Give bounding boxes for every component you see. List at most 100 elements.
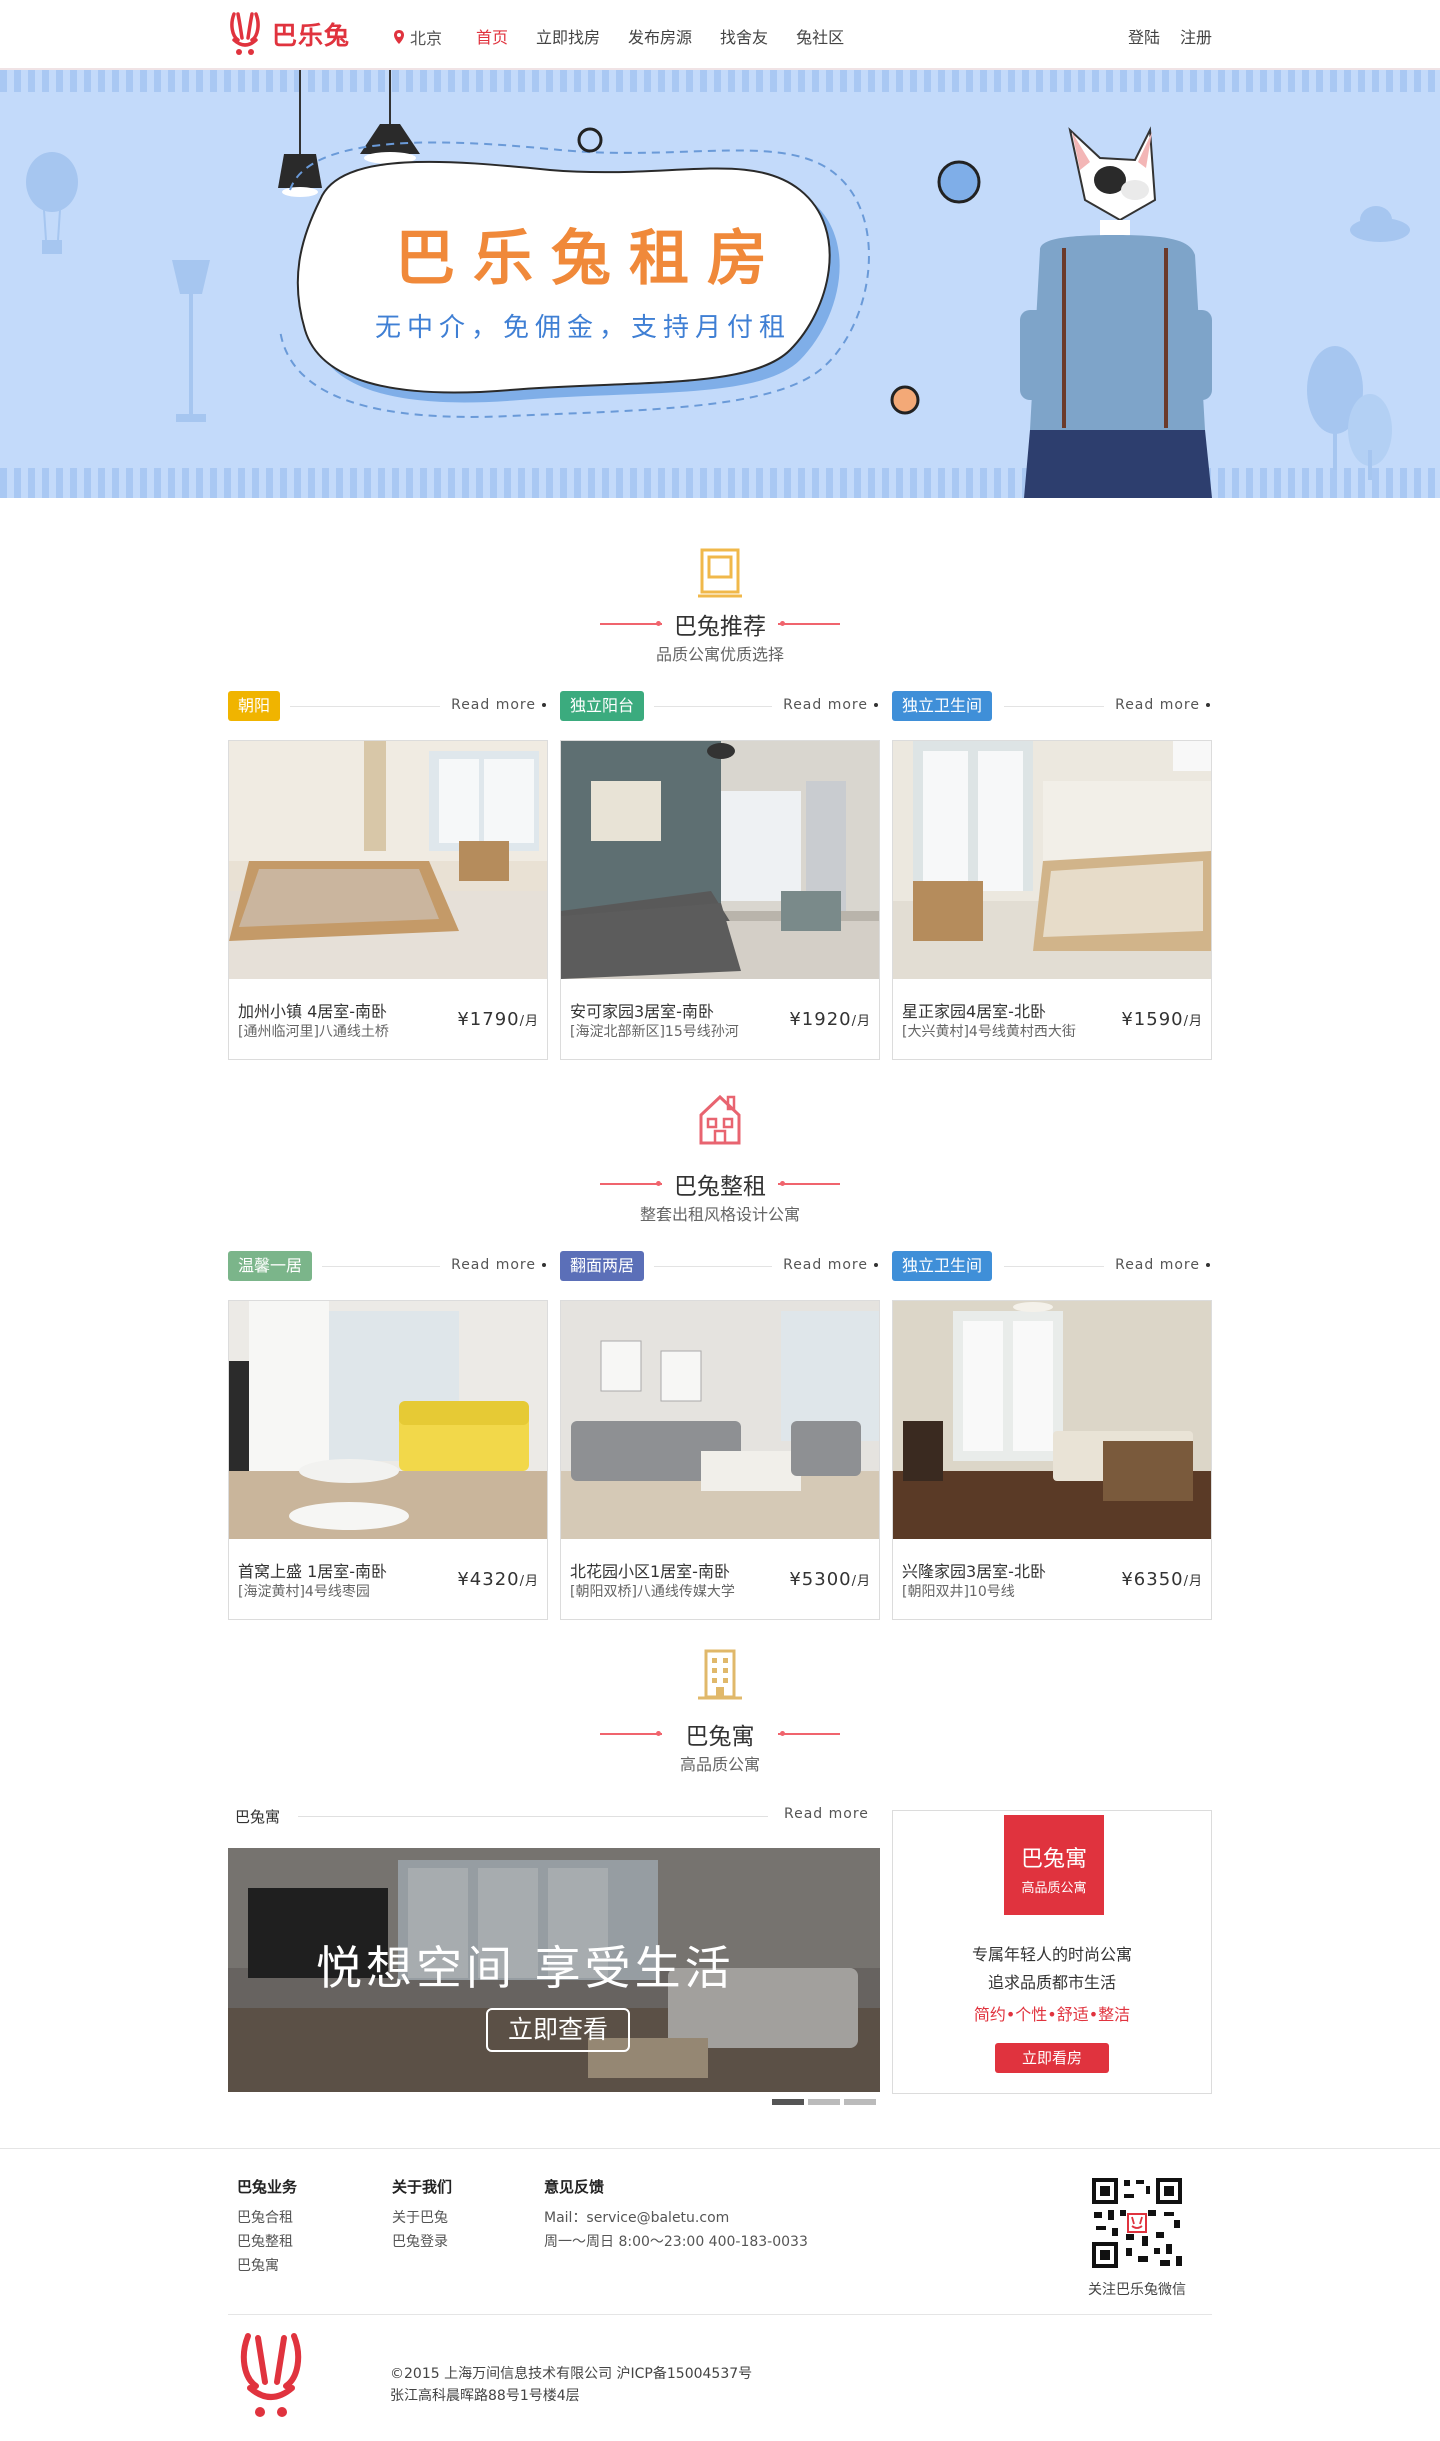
tag-row: 朝阳 Read more [228,691,546,721]
rabbit-logo-icon [240,2333,302,2417]
divider [298,1816,768,1817]
tag-badge[interactable]: 独立卫生间 [892,691,993,721]
tag-badge[interactable]: 独立阳台 [560,691,645,721]
footer-link[interactable]: 巴兔整租 [237,2230,297,2254]
listing-title: 首窝上盛 1居室-南卧 [238,1562,388,1581]
nav-find-roommate[interactable]: 找舍友 [720,24,768,48]
footer-link[interactable]: 巴兔登录 [392,2230,452,2254]
footer-hours: 周一～周日 8:00～23:00 400-183-0033 [544,2234,808,2250]
listing-card[interactable]: 星正家园4居室-北卧 [大兴黄村]4号线黄村西大街 ¥1590/月 [892,740,1212,1060]
badge-subtitle: 高品质公寓 [1021,1881,1087,1896]
room-photo [893,1301,1211,1539]
auth-links: 登陆 注册 [1108,24,1212,48]
carousel-dot[interactable] [772,2099,804,2105]
view-now-button[interactable]: 立即查看 [486,2008,630,2052]
read-more-link[interactable]: Read more [451,697,546,713]
read-more-link[interactable]: Read more [451,1257,546,1273]
section-subtitle-apartment: 高品质公寓 [679,1755,760,1774]
tag-badge[interactable]: 朝阳 [228,691,281,721]
divider [1004,1266,1104,1267]
footer-col-title: 巴兔业务 [237,2178,298,2196]
room-photo [561,741,879,979]
carousel-dot[interactable] [808,2099,840,2105]
banner-title: 巴乐兔租房 [395,224,785,294]
slide-headline: 悦想空间 享受生活 [316,1941,735,1995]
badge-title: 巴兔寓 [1020,1847,1087,1872]
listing-card[interactable]: 首窝上盛 1居室-南卧 [海淀黄村]4号线枣园 ¥4320/月 [228,1300,548,1620]
footer-link[interactable]: 巴兔寓 [237,2254,297,2278]
listing-card[interactable]: 安可家园3居室-南卧 [海淀北部新区]15号线孙河 ¥1920/月 [560,740,880,1060]
listing-card[interactable]: 北花园小区1居室-南卧 [朝阳双桥]八通线传媒大学 ¥5300/月 [560,1300,880,1620]
room-photo [893,741,1211,979]
tag-badge[interactable]: 温馨一居 [228,1251,313,1281]
view-room-button[interactable]: 立即看房 [995,2043,1109,2073]
building-icon [698,1649,742,1700]
read-more-link[interactable]: Read more [783,697,878,713]
tag-row: 独立阳台 Read more [560,691,878,721]
section-title-apartment: 巴兔寓 [685,1724,755,1750]
title-deco-line [778,1183,840,1185]
nav-find-room[interactable]: 立即找房 [536,24,600,48]
rabbit-logo-icon [230,12,260,55]
promo-line: 专属年轻人的时尚公寓 [971,1945,1132,1964]
city-selector[interactable]: 北京 [394,25,442,49]
read-more-link[interactable]: Read more [1115,1257,1210,1273]
footer-col-about: 关于我们 关于巴兔 巴兔登录 [392,2176,452,2254]
footer-link[interactable]: 巴兔合租 [237,2206,297,2230]
site-header: 巴乐兔 北京 首页 立即找房 发布房源 找舍友 兔社区 登陆 注册 [0,0,1440,70]
login-link[interactable]: 登陆 [1128,24,1160,48]
copyright-text: ©2015 上海万间信息技术有限公司 沪ICP备15004537号 [390,2366,753,2382]
listing-location: [朝阳双桥]八通线传媒大学 [570,1584,735,1600]
room-photo [229,741,547,979]
listing-location: [通州临河里]八通线土桥 [238,1024,389,1040]
section-subtitle-recommend: 品质公寓优质选择 [655,645,784,664]
listing-price: ¥1790/月 [457,1009,539,1030]
divider [322,1266,440,1267]
tag-badge[interactable]: 翻面两居 [560,1251,645,1281]
section-subtitle-whole-rent: 整套出租风格设计公寓 [639,1205,800,1224]
carousel-indicators [772,2099,880,2105]
room-photo [229,1301,547,1539]
footer-col-title: 意见反馈 [544,2178,605,2196]
title-deco-line [778,623,840,625]
footer-link[interactable]: 关于巴兔 [392,2206,452,2230]
site-logo[interactable]: 巴乐兔 [228,10,350,58]
company-address: 张江高科晨晖路88号1号楼4层 [390,2388,580,2404]
listing-title: 星正家园4居室-北卧 [902,1002,1046,1021]
listing-card[interactable]: 加州小镇 4居室-南卧 [通州临河里]八通线土桥 ¥1790/月 [228,740,548,1060]
qr-caption: 关注巴乐兔微信 [1088,2282,1186,2298]
nav-home[interactable]: 首页 [476,24,508,48]
footer-divider [228,2314,1212,2315]
banner-subtitle: 无中介，免佣金，支持月付租 [375,313,792,343]
tag-badge[interactable]: 独立卫生间 [892,1251,993,1281]
listing-card[interactable]: 兴隆家园3居室-北卧 [朝阳双井]10号线 ¥6350/月 [892,1300,1212,1620]
carousel-dot[interactable] [844,2099,876,2105]
listing-title: 北花园小区1居室-南卧 [570,1562,730,1581]
footer-col-title: 关于我们 [392,2178,453,2196]
apartment-carousel-slide[interactable]: 悦想空间 享受生活 立即查看 [228,1848,880,2092]
footer-col-feedback: 意见反馈 Mail：service@baletu.com 周一～周日 8:00～… [544,2176,808,2254]
apartment-badge: 巴兔寓 高品质公寓 [1000,1811,1108,1919]
apartment-label: 巴兔寓 [235,1808,281,1826]
title-deco-line [778,1733,840,1735]
divider [290,706,440,707]
divider [1004,706,1104,707]
read-more-link[interactable]: Read more [784,1806,869,1822]
footer-email[interactable]: Mail：service@baletu.com [544,2206,808,2230]
wechat-qr-icon [1090,2176,1184,2270]
tag-row: 独立卫生间 Read more [892,1251,1210,1281]
promo-line: 追求品质都市生活 [987,1973,1116,1992]
nav-community[interactable]: 兔社区 [796,24,844,48]
read-more-link[interactable]: Read more [1115,697,1210,713]
listing-price: ¥1920/月 [789,1009,871,1030]
hero-banner[interactable]: 巴乐兔租房 无中介，免佣金，支持月付租 [0,70,1440,498]
section-title-recommend: 巴兔推荐 [674,614,766,640]
apartment-promo-panel: 巴兔寓 高品质公寓 专属年轻人的时尚公寓 追求品质都市生活 简约•个性•舒适•整… [892,1810,1212,2094]
read-more-link[interactable]: Read more [783,1257,878,1273]
listing-location: [朝阳双井]10号线 [902,1584,1015,1600]
register-link[interactable]: 注册 [1180,24,1212,48]
listing-location: [大兴黄村]4号线黄村西大街 [902,1024,1076,1040]
listing-title: 加州小镇 4居室-南卧 [238,1002,388,1021]
nav-post-listing[interactable]: 发布房源 [628,24,692,48]
room-photo [561,1301,879,1539]
